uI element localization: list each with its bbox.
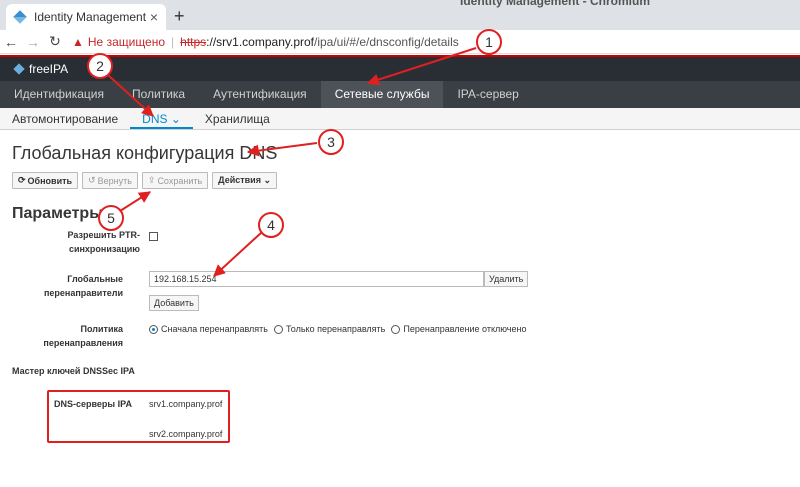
browser-tabstrip: Identity Management - Chromium Identity … (0, 0, 800, 30)
refresh-label: Обновить (27, 175, 73, 186)
radio-dot[interactable] (149, 324, 158, 334)
revert-button[interactable]: ↺ Вернуть (82, 172, 138, 189)
omnibox-separator: | (171, 34, 175, 49)
add-forwarder-button[interactable]: Добавить (149, 295, 199, 311)
freeipa-favicon-icon (13, 10, 27, 24)
reload-icon[interactable]: ↻ (44, 33, 66, 50)
arrow-4 (213, 231, 263, 277)
url-path: /ipa/ui/#/e/dnsconfig/details (314, 34, 459, 49)
annotation-4: 4 (258, 212, 284, 238)
refresh-button[interactable]: ⟳ Обновить (12, 172, 79, 189)
dnssec-key-master-label: Мастер ключей DNSSec IPA (12, 366, 135, 376)
undo-icon: ↺ (88, 175, 96, 185)
warning-triangle-icon: ▲ (72, 34, 84, 49)
dns-servers-label: DNS-серверы IPA (54, 399, 132, 409)
subnav-dns[interactable]: DNS ⌄ (130, 108, 193, 129)
new-tab-button[interactable]: + (174, 6, 185, 27)
annotation-1: 1 (476, 29, 502, 55)
nav-network-services[interactable]: Сетевые службы (320, 81, 444, 108)
refresh-icon: ⟳ (18, 175, 26, 185)
browser-tab[interactable]: Identity Management × (6, 4, 166, 30)
nav-policy[interactable]: Политика (118, 81, 199, 108)
radio-dot[interactable] (391, 324, 401, 334)
app-header: freeIPA (0, 55, 800, 81)
tab-title: Identity Management (34, 10, 147, 24)
address-bar[interactable]: https://srv1.company.prof/ipa/ui/#/e/dns… (180, 35, 459, 49)
main-navigation: Идентификация Политика Аутентификация Се… (0, 81, 800, 108)
radio-label: Сначала перенаправлять (161, 324, 268, 334)
forward-arrow-icon[interactable]: → (22, 34, 44, 50)
forward-policy-radios: Сначала перенаправлять Только перенаправ… (149, 324, 526, 334)
dns-server-item: srv1.company.prof (149, 399, 223, 409)
nav-identity[interactable]: Идентификация (0, 81, 118, 108)
radio-forward-disabled[interactable]: Перенаправление отключено (391, 324, 526, 334)
url-scheme: https (180, 34, 207, 49)
sub-navigation: Автомонтирование DNS ⌄ Хранилища (0, 108, 800, 130)
arrow-5 (119, 191, 152, 212)
save-button[interactable]: ⇪ Сохранить (141, 172, 209, 189)
upload-icon: ⇪ (147, 175, 156, 185)
section-title: Параметры (12, 205, 103, 222)
delete-forwarder-button[interactable]: Удалить (484, 271, 529, 287)
revert-label: Вернуть (97, 175, 132, 186)
ptr-sync-label: Разрешить PTR-синхронизацию (67, 230, 140, 254)
annotation-5: 5 (98, 205, 124, 231)
save-label: Сохранить (157, 175, 203, 186)
action-bar: ⟳ Обновить ↺ Вернуть ⇪ Сохранить Действи… (12, 172, 278, 189)
brand-name: freeIPA (29, 62, 69, 76)
tab-close-icon[interactable]: × (150, 9, 158, 25)
nav-ipa-server[interactable]: IPA-сервер (443, 81, 532, 108)
url-host: ://srv1.company.prof (206, 34, 314, 49)
global-forwarders-label: Глобальные перенаправители (43, 274, 123, 298)
page-title: Глобальная конфигурация DNS (12, 143, 278, 163)
back-arrow-icon[interactable]: ← (0, 34, 22, 50)
actions-dropdown[interactable]: Действия ⌄ (212, 172, 278, 189)
security-warning[interactable]: ▲ Не защищено (72, 35, 165, 49)
ptr-sync-checkbox[interactable] (149, 232, 158, 241)
radio-dot[interactable] (274, 324, 283, 334)
radio-label: Только перенаправлять (286, 324, 386, 334)
radio-forward-only[interactable]: Только перенаправлять (274, 324, 385, 334)
radio-forward-first[interactable]: Сначала перенаправлять (149, 324, 268, 334)
subnav-vaults[interactable]: Хранилища (193, 108, 282, 129)
security-warning-text: Не защищено (87, 34, 166, 49)
browser-toolbar: ← → ↻ ▲ Не защищено | https://srv1.compa… (0, 30, 800, 54)
forward-policy-label: Политика перенаправления (43, 324, 123, 348)
annotation-3: 3 (318, 129, 344, 155)
subnav-automount[interactable]: Автомонтирование (0, 108, 130, 129)
annotation-2: 2 (87, 53, 113, 79)
window-title: Identity Management - Chromium (460, 0, 651, 8)
nav-authentication[interactable]: Аутентификация (199, 81, 321, 108)
dns-server-item: srv2.company.prof (149, 429, 223, 439)
forwarder-input[interactable]: 192.168.15.254 (149, 271, 484, 287)
radio-label: Перенаправление отключено (403, 324, 527, 334)
freeipa-logo-icon (13, 63, 25, 75)
